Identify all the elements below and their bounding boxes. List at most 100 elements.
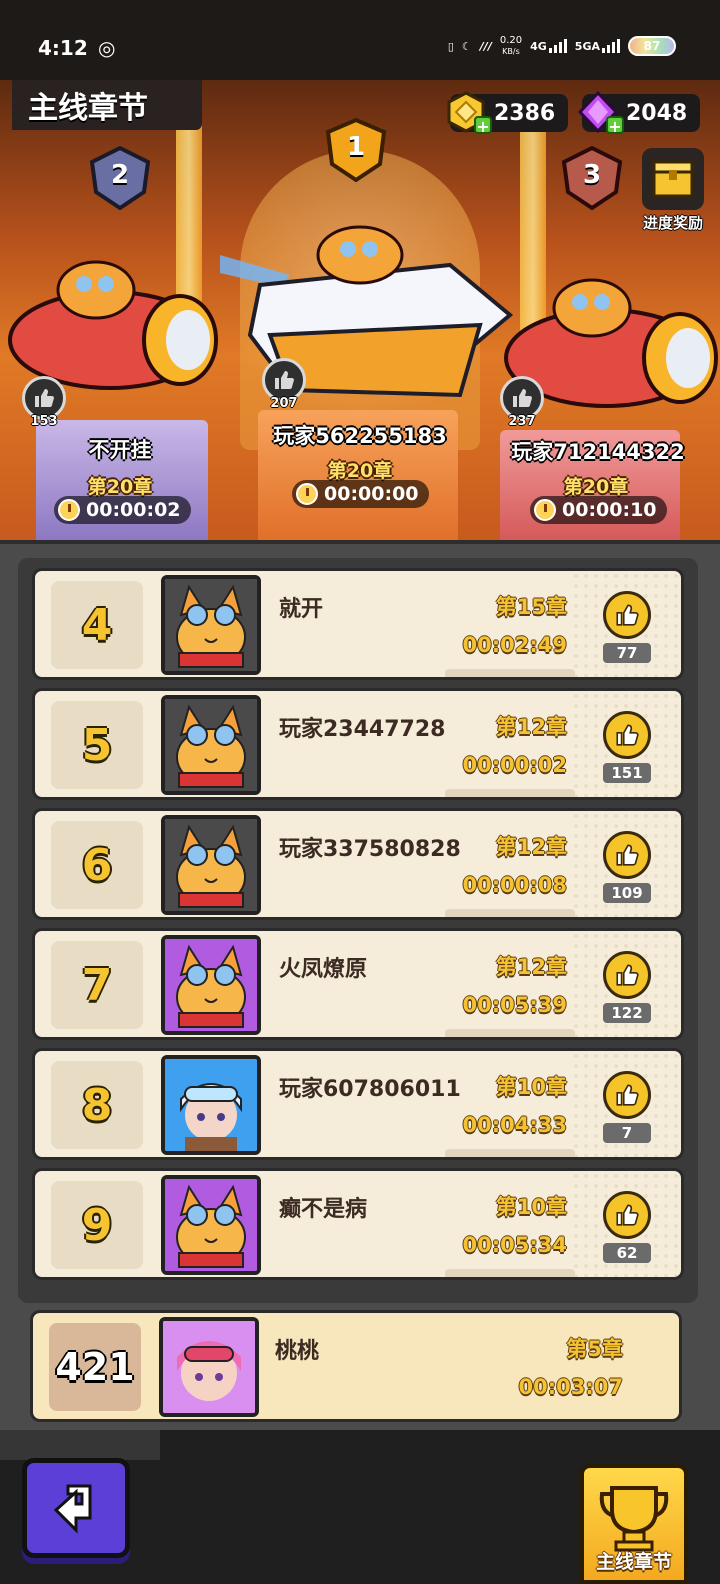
add-gold-icon[interactable]: + [474, 116, 492, 136]
network-5ga: 5GA [575, 39, 620, 53]
progress-reward-button[interactable]: 进度奖励 [638, 148, 708, 233]
thumbs-up-icon [35, 389, 54, 407]
leaderboard-row[interactable]: 9 癫不是病 第10章 00:05:34 62 [32, 1168, 684, 1280]
rank-number: 5 [51, 701, 143, 789]
signal-bars-icon [548, 39, 567, 53]
my-rank-row[interactable]: 421 桃桃 第5章 00:03:07 [30, 1310, 682, 1422]
vibrate-icon: ▯ [447, 39, 454, 53]
like-button[interactable] [603, 1191, 651, 1239]
network-4g: 4G [530, 39, 567, 53]
status-bar: 4:12 ◎ ▯ ☾ /// 0.20 KB/s 4G 5GA 87 [0, 0, 720, 80]
thumbs-up-icon [616, 964, 639, 986]
gold-currency[interactable]: + 2386 [447, 91, 568, 136]
like-count: 151 [603, 763, 651, 783]
player-name: 玩家337580828 [279, 837, 461, 862]
signal-logo-icon: /// [479, 39, 492, 53]
like-button[interactable] [603, 591, 651, 639]
rank-number: 9 [51, 1181, 143, 1269]
player-name: 玩家607806011 [279, 1077, 461, 1102]
add-gem-icon[interactable]: + [606, 116, 624, 136]
podium-2-like-count: 153 [30, 414, 58, 429]
podium-3-like-count: 237 [508, 414, 536, 429]
row-divider [445, 1269, 575, 1277]
leaderboard-list[interactable]: 4 就开 第15章 00:02:49 77 5 玩家23447728 第12章 … [18, 558, 698, 1303]
player-name: 就开 [279, 597, 324, 622]
gold-amount: 2386 [494, 100, 556, 126]
like-count: 7 [603, 1123, 651, 1143]
clock-time: 4:12 [38, 36, 88, 60]
chapter-reached: 第12章 [495, 955, 567, 979]
clock-icon [296, 483, 318, 505]
leaderboard-panel: 4 就开 第15章 00:02:49 77 5 玩家23447728 第12章 … [0, 540, 720, 1430]
like-count: 62 [603, 1243, 651, 1263]
podium-2-time: 00:00:02 [54, 496, 191, 524]
clear-time: 00:05:34 [462, 1233, 567, 1257]
clock-icon [58, 499, 80, 521]
podium-1-like-count: 207 [270, 396, 298, 411]
clear-time: 00:05:39 [462, 993, 567, 1017]
cat-pilot-icon[interactable] [161, 575, 261, 675]
player-name: 火凤燎原 [279, 957, 368, 982]
row-divider [445, 1029, 575, 1037]
cat-pilot-icon[interactable] [161, 1175, 261, 1275]
rank-1-badge: 1 [324, 117, 388, 183]
back-button[interactable] [22, 1458, 130, 1558]
podium-3-chapter: 第20章 [563, 476, 629, 498]
chapter-reached: 第12章 [495, 835, 567, 859]
cat-pilot-icon[interactable] [161, 935, 261, 1035]
row-divider [445, 909, 575, 917]
row-divider [445, 669, 575, 677]
clear-time: 00:02:49 [462, 633, 567, 657]
leaderboard-row[interactable]: 5 玩家23447728 第12章 00:00:02 151 [32, 688, 684, 800]
podium-2-player-name: 不开挂 [88, 438, 152, 462]
clear-time: 00:00:08 [462, 873, 567, 897]
leaderboard-row[interactable]: 7 火凤燎原 第12章 00:05:39 122 [32, 928, 684, 1040]
like-button[interactable] [603, 711, 651, 759]
battery-indicator: 87 [628, 36, 676, 56]
leaderboard-row[interactable]: 4 就开 第15章 00:02:49 77 [32, 568, 684, 680]
thumbs-up-icon [616, 1084, 639, 1106]
leaderboard-podium-scene: 主线章节 + 2386 + 2048 1 2 3 进度奖励 153 207 23… [0, 80, 720, 540]
my-rank-number: 421 [49, 1323, 141, 1411]
leaderboard-row[interactable]: 6 玩家337580828 第12章 00:00:08 109 [32, 808, 684, 920]
podium-1-player-name: 玩家562255183 [273, 424, 447, 448]
pilot-girl-icon[interactable] [161, 1055, 261, 1155]
like-button[interactable] [603, 831, 651, 879]
like-button[interactable] [603, 951, 651, 999]
chapter-reached: 第12章 [495, 715, 567, 739]
trophy-icon [599, 1486, 669, 1552]
chapter-reached: 第15章 [495, 595, 567, 619]
cat-pilot-icon[interactable] [161, 815, 261, 915]
rank-3-badge: 3 [560, 145, 624, 211]
thumbs-up-icon [616, 1204, 639, 1226]
my-player-name: 桃桃 [275, 1339, 320, 1364]
rank-number: 8 [51, 1061, 143, 1149]
player-name: 玩家23447728 [279, 717, 446, 742]
net-speed: 0.20 KB/s [499, 35, 523, 56]
rank-number: 4 [51, 581, 143, 669]
gem-amount: 2048 [626, 100, 688, 126]
like-count: 77 [603, 643, 651, 663]
thumbs-up-icon [275, 371, 294, 389]
thumbs-up-icon [513, 389, 532, 407]
cat-pilot-icon[interactable] [161, 695, 261, 795]
row-divider [445, 1149, 575, 1157]
like-button[interactable] [603, 1071, 651, 1119]
leaderboard-row[interactable]: 8 玩家607806011 第10章 00:04:33 7 [32, 1048, 684, 1160]
rank-number: 6 [51, 821, 143, 909]
like-count: 122 [603, 1003, 651, 1023]
rank-number: 7 [51, 941, 143, 1029]
podium-3-player-name: 玩家712144322 [511, 440, 685, 464]
pink-girl-icon [159, 1317, 259, 1417]
row-divider [445, 789, 575, 797]
bottom-tab-decoration [0, 1430, 160, 1460]
podium-1-chapter: 第20章 [327, 460, 393, 482]
podium-1-time: 00:00:00 [292, 480, 429, 508]
main-chapter-tab[interactable]: 主线章节 [580, 1464, 688, 1584]
player-name: 癫不是病 [279, 1197, 368, 1222]
podium-3-time: 00:00:10 [530, 496, 667, 524]
chapter-reached: 第10章 [495, 1195, 567, 1219]
gem-currency[interactable]: + 2048 [577, 90, 700, 136]
status-icons: ▯ ☾ /// 0.20 KB/s 4G 5GA 87 [448, 30, 676, 62]
thumbs-up-icon [616, 604, 639, 626]
